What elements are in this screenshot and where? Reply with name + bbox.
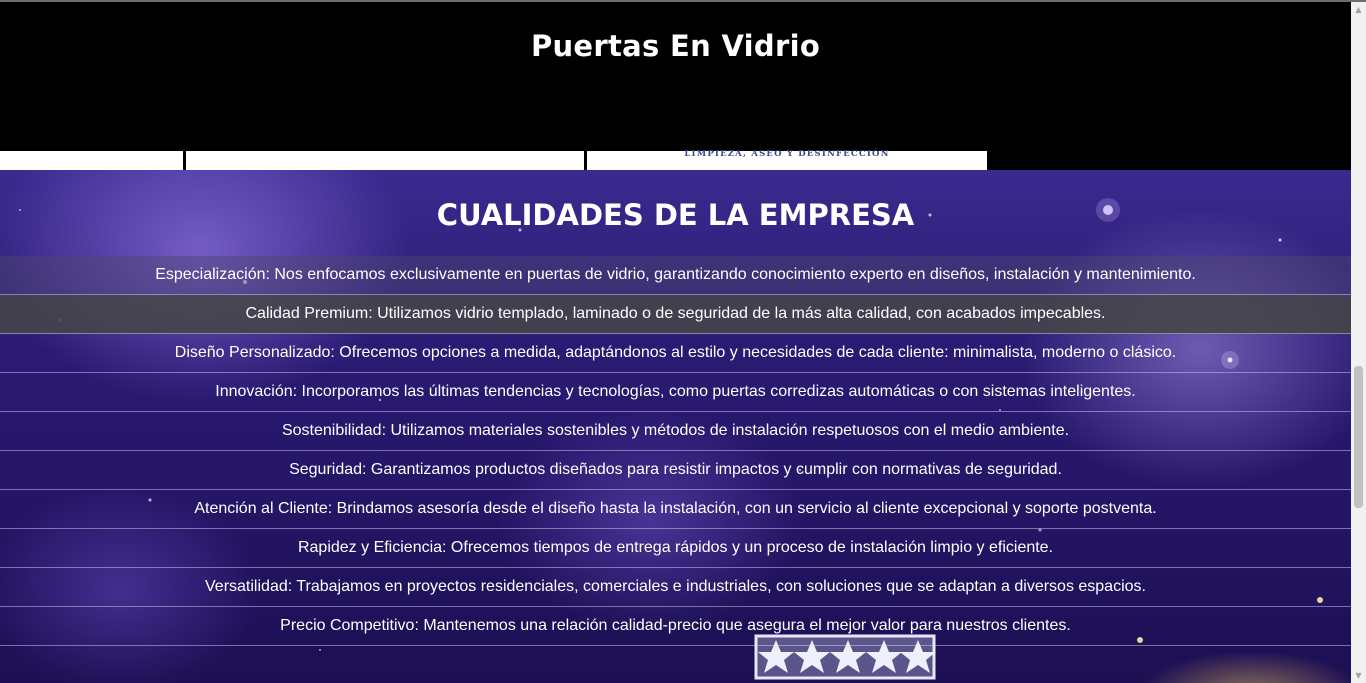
gallery-card-2[interactable] (186, 151, 584, 170)
page-title: Puertas En Vidrio (530, 29, 821, 63)
list-item: Innovación: Incorporamos las últimas ten… (0, 373, 1351, 412)
scroll-up-arrow-icon[interactable]: ▲ (1351, 2, 1366, 17)
gallery-card-3[interactable]: LIMPIEZA, ASEO Y DESINFECCIÓN (587, 149, 987, 170)
site-header: Puertas En Vidrio (0, 2, 1351, 151)
scroll-down-arrow-icon[interactable]: ▼ (1351, 668, 1366, 683)
golden-sparkle-decoration (991, 593, 1351, 683)
qualities-title: CUALIDADES DE LA EMPRESA (436, 198, 915, 232)
gallery-card-caption: LIMPIEZA, ASEO Y DESINFECCIÓN (684, 149, 890, 159)
gallery-card-1[interactable] (0, 151, 183, 170)
page: Puertas En Vidrio LIMPIEZA, ASEO Y DESIN… (0, 0, 1366, 683)
qualities-list: Especialización: Nos enfocamos exclusiva… (0, 256, 1351, 646)
list-item: Calidad Premium: Utilizamos vidrio templ… (0, 295, 1351, 334)
list-item: Diseño Personalizado: Ofrecemos opciones… (0, 334, 1351, 373)
list-item: Especialización: Nos enfocamos exclusiva… (0, 256, 1351, 295)
vertical-scrollbar[interactable]: ▲ ▼ (1351, 2, 1366, 683)
list-item: Sostenibilidad: Utilizamos materiales so… (0, 412, 1351, 451)
five-star-rating-badge-icon (754, 634, 936, 680)
qualities-section: CUALIDADES DE LA EMPRESA Especialización… (0, 170, 1351, 683)
list-item: Seguridad: Garantizamos productos diseña… (0, 451, 1351, 490)
list-item: Rapidez y Eficiencia: Ofrecemos tiempos … (0, 529, 1351, 568)
scrollbar-thumb[interactable] (1354, 366, 1363, 508)
list-item: Atención al Cliente: Brindamos asesoría … (0, 490, 1351, 529)
image-gallery-strip: LIMPIEZA, ASEO Y DESINFECCIÓN (0, 149, 1351, 170)
